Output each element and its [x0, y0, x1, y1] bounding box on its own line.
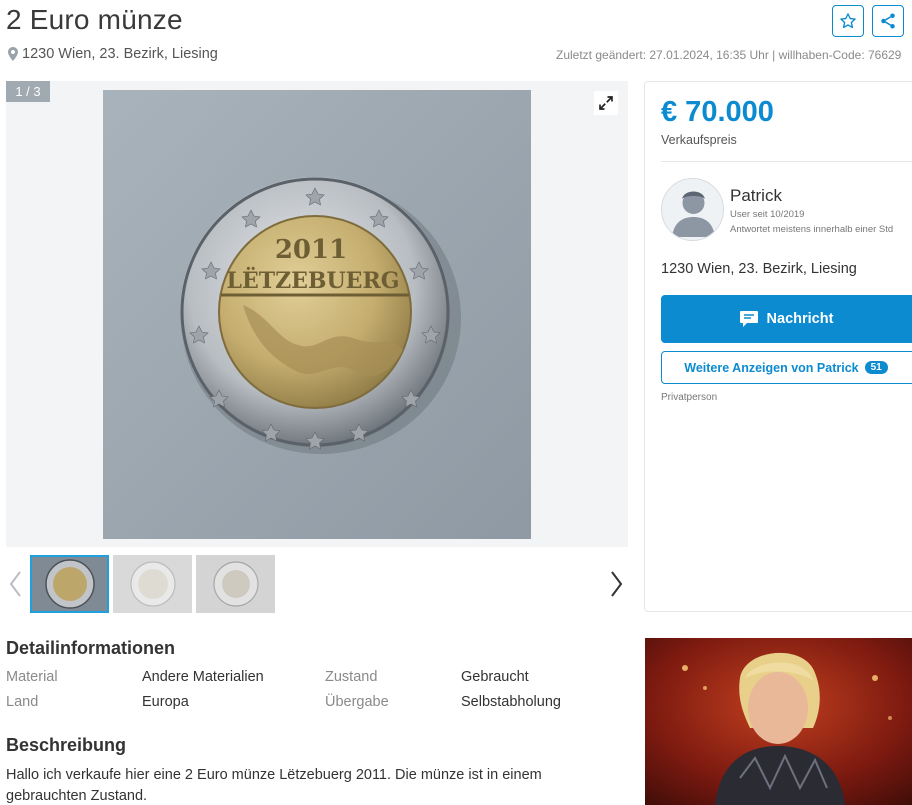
- description-text: Hallo ich verkaufe hier eine 2 Euro münz…: [6, 767, 542, 804]
- map-pin-icon: [8, 47, 18, 61]
- seller-name[interactable]: Patrick: [730, 186, 782, 206]
- more-ads-button[interactable]: Weitere Anzeigen von Patrick 51: [661, 351, 912, 384]
- more-ads-count-badge: 51: [864, 361, 888, 374]
- listing-location-text: 1230 Wien, 23. Bezirk, Liesing: [22, 46, 218, 62]
- image-counter: 1 / 3: [6, 81, 50, 102]
- detail-value: Andere Materialien: [142, 669, 264, 685]
- thumbnail-2[interactable]: [113, 555, 192, 613]
- star-icon: [840, 13, 856, 29]
- favorite-button[interactable]: [832, 5, 864, 37]
- listing-location: 1230 Wien, 23. Bezirk, Liesing: [8, 46, 218, 62]
- thumbnail-1[interactable]: [30, 555, 109, 613]
- detail-key: Land: [6, 694, 39, 710]
- detail-key: Zustand: [325, 669, 378, 685]
- share-icon: [881, 13, 895, 29]
- image-gallery[interactable]: 1 / 3 2011 LËTZEBUERG: [6, 81, 628, 547]
- card-divider: [661, 161, 912, 162]
- chat-bubble-icon: [739, 311, 758, 327]
- message-button[interactable]: Nachricht: [661, 295, 912, 343]
- price: € 70.000: [661, 96, 774, 128]
- detail-value: Selbstabholung: [461, 694, 561, 710]
- expand-icon[interactable]: [594, 91, 618, 115]
- seller-location: 1230 Wien, 23. Bezirk, Liesing: [661, 261, 857, 277]
- details-row: Land Europa Übergabe Selbstabholung: [6, 694, 626, 719]
- seller-type: Privatperson: [661, 392, 718, 403]
- details-table: Material Andere Materialien Zustand Gebr…: [6, 669, 626, 719]
- details-row: Material Andere Materialien Zustand Gebr…: [6, 669, 626, 694]
- message-button-label: Nachricht: [766, 311, 834, 327]
- ad-banner[interactable]: [645, 638, 912, 805]
- details-heading: Detailinformationen: [6, 638, 176, 658]
- main-photo[interactable]: 2011 LËTZEBUERG: [103, 90, 531, 539]
- more-ads-label: Weitere Anzeigen von Patrick: [684, 360, 859, 375]
- seller-since: User seit 10/2019: [730, 209, 805, 220]
- seller-reply-time: Antwortet meistens innerhalb einer Std: [730, 224, 894, 235]
- detail-value: Europa: [142, 694, 189, 710]
- thumbnail-prev-icon[interactable]: [8, 570, 22, 598]
- detail-key: Material: [6, 669, 58, 685]
- listing-meta: Zuletzt geändert: 27.01.2024, 16:35 Uhr …: [556, 48, 902, 62]
- detail-value: Gebraucht: [461, 669, 529, 685]
- thumbnail-3[interactable]: [196, 555, 275, 613]
- detail-key: Übergabe: [325, 694, 389, 710]
- price-card: € 70.000 Verkaufspreis Patrick User seit…: [644, 81, 912, 612]
- coin-year: 2011: [275, 235, 347, 265]
- description-heading: Beschreibung: [6, 735, 127, 755]
- share-button[interactable]: [872, 5, 904, 37]
- coin-country: LËTZEBUERG: [226, 266, 399, 294]
- thumbnail-next-icon[interactable]: [610, 570, 624, 598]
- page-title: 2 Euro münze: [6, 4, 183, 35]
- avatar[interactable]: [661, 178, 724, 241]
- price-label: Verkaufspreis: [661, 133, 737, 147]
